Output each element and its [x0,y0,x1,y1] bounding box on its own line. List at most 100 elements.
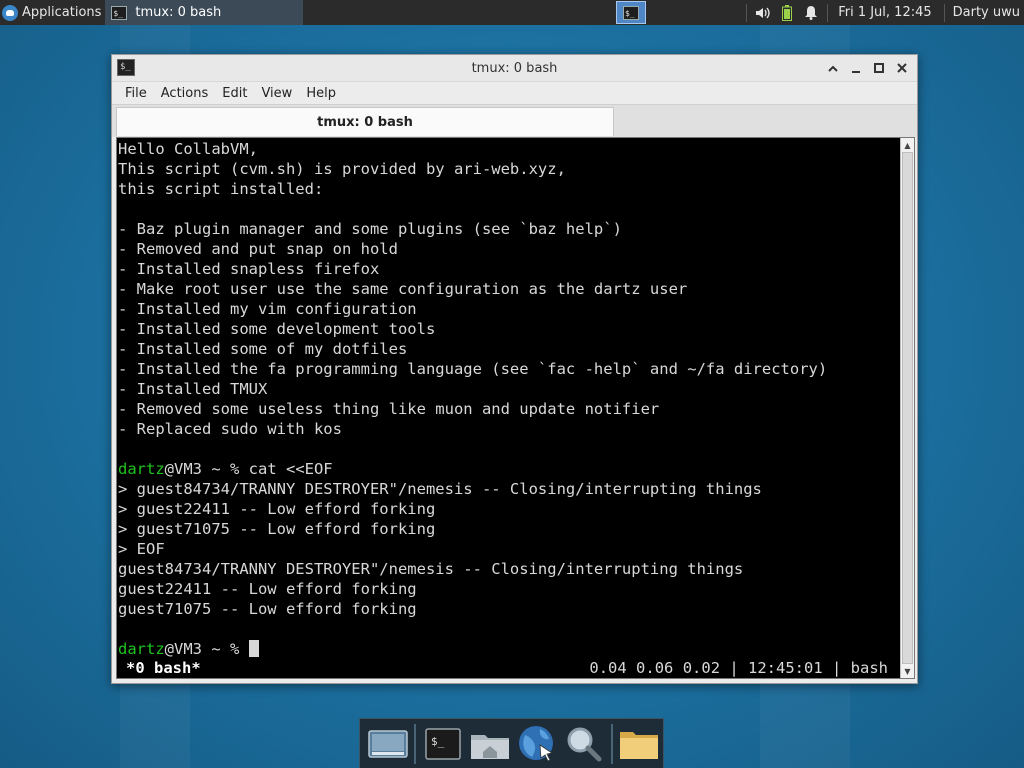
applications-menu-button[interactable]: Applications [0,0,105,25]
terminal-line: - Removed some useless thing like muon a… [118,399,900,419]
window-titlebar[interactable]: $_ tmux: 0 bash [112,55,917,82]
terminal-line-text: - Removed some useless thing like muon a… [118,400,660,418]
menu-view[interactable]: View [254,86,299,101]
clock[interactable]: Fri 1 Jul, 12:45 [832,5,939,20]
maximize-icon[interactable] [867,58,890,78]
taskbar-button-tmux[interactable]: $_ tmux: 0 bash [105,0,304,25]
terminal-launcher[interactable]: $_ [419,721,466,767]
terminal-icon: $_ [424,727,461,760]
user-menu[interactable]: Darty uwu [949,5,1024,20]
terminal-line-text: > EOF [118,540,165,558]
volume-icon[interactable] [751,0,775,25]
terminal-line-text: > guest84734/TRANNY DESTROYER"/nemesis -… [118,480,762,498]
tray-separator [746,3,748,22]
terminal-line: This script (cvm.sh) is provided by ari-… [118,159,900,179]
terminal-line-text: > guest71075 -- Low efford forking [118,520,436,538]
terminal-line: guest84734/TRANNY DESTROYER"/nemesis -- … [118,559,900,579]
terminal-icon: $_ [111,5,128,20]
taskbar-button-label: tmux: 0 bash [135,5,222,20]
terminal-line: > EOF [118,539,900,559]
folder-icon [620,731,659,759]
tab-bar: tmux: 0 bash [112,104,917,137]
tmux-status-right: 0.04 0.06 0.02 | 12:45:01 | bash [589,659,888,677]
terminal-line-text: guest84734/TRANNY DESTROYER"/nemesis -- … [118,560,744,578]
terminal-text: Hello CollabVM, This script (cvm.sh) is p… [118,139,900,659]
terminal-line: - Make root user use the same configurat… [118,279,900,299]
workspace-switcher[interactable]: $_ [616,1,646,24]
terminal-line-text: @VM3 ~ % [164,640,249,658]
tab-tmux-bash[interactable]: tmux: 0 bash [116,107,614,136]
terminal-line-text: - Installed TMUX [118,380,268,398]
battery-icon[interactable] [775,0,799,25]
window-controls [821,58,913,78]
menu-help[interactable]: Help [299,86,343,101]
search-launcher[interactable] [561,721,608,767]
terminal-line-text: - Installed some development tools [118,320,436,338]
terminal-line: - Removed and put snap on hold [118,239,900,259]
web-browser-icon [519,725,554,762]
terminal-line: - Baz plugin manager and some plugins (s… [118,219,900,239]
tmux-window-list: *0 bash* [126,659,201,677]
top-panel: Applications $_ tmux: 0 bash $_ Fri 1 Ju… [0,0,1024,25]
show-desktop-button[interactable] [364,721,411,767]
terminal-cursor [248,640,259,657]
terminal-line: - Installed snapless firefox [118,259,900,279]
terminal-scrollbar[interactable]: ▲ ▼ [900,138,914,678]
home-folder-launcher[interactable] [466,721,513,767]
system-tray: Fri 1 Jul, 12:45 Darty uwu [742,0,1024,25]
svg-text:$_: $_ [431,735,445,748]
terminal-line: > guest84734/TRANNY DESTROYER"/nemesis -… [118,479,900,499]
terminal-line: dartz@VM3 ~ % [118,639,900,659]
terminal-line: > guest22411 -- Low efford forking [118,499,900,519]
terminal-line-text: - Make root user use the same configurat… [118,280,688,298]
prompt-username: dartz [118,460,165,478]
applications-label: Applications [22,5,102,20]
scroll-down-arrow-icon[interactable]: ▼ [902,665,913,677]
terminal-output[interactable]: Hello CollabVM, This script (cvm.sh) is p… [116,137,915,679]
notification-bell-icon[interactable] [799,0,823,25]
web-browser-launcher[interactable] [513,721,560,767]
terminal-line-text: - Baz plugin manager and some plugins (s… [118,220,622,238]
tmux-status-bar: *0 bash* 0.04 0.06 0.02 | 12:45:01 | bas… [118,658,900,678]
menu-actions[interactable]: Actions [154,86,216,101]
tray-separator [943,3,945,22]
bottom-dock: $_ [359,718,664,768]
terminal-line-text: guest71075 -- Low efford forking [118,600,417,618]
terminal-line: this script installed: [118,179,900,199]
scroll-up-arrow-icon[interactable]: ▲ [902,139,913,151]
terminal-line: guest71075 -- Low efford forking [118,599,900,619]
terminal-window: $_ tmux: 0 bash File Actions Edit View H… [111,54,918,684]
home-folder-icon [470,734,509,759]
xfce-logo-icon [2,4,18,21]
window-title: tmux: 0 bash [471,60,558,76]
terminal-line-text: this script installed: [118,180,324,198]
minimize-icon[interactable] [844,58,867,78]
terminal-line-text: - Installed the fa programming language … [118,360,828,378]
tray-separator [827,3,829,22]
search-icon [567,727,602,761]
terminal-line: - Installed TMUX [118,379,900,399]
terminal-line: Hello CollabVM, [118,139,900,159]
terminal-line: - Installed some development tools [118,319,900,339]
terminal-line-text: - Removed and put snap on hold [118,240,398,258]
terminal-line-text: - Replaced sudo with kos [118,420,342,438]
terminal-line: - Replaced sudo with kos [118,419,900,439]
menu-edit[interactable]: Edit [215,86,254,101]
menu-file[interactable]: File [118,86,154,101]
terminal-line: - Installed the fa programming language … [118,359,900,379]
terminal-line-text: This script (cvm.sh) is provided by ari-… [118,160,566,178]
close-icon[interactable] [890,58,913,78]
chevron-up-icon[interactable] [821,58,844,78]
folder-launcher[interactable] [616,721,663,767]
terminal-window-icon[interactable]: $_ [117,59,135,76]
menu-bar: File Actions Edit View Help [112,82,917,104]
terminal-line-text: @VM3 ~ % cat <<EOF [164,460,333,478]
terminal-line-text: Hello CollabVM, [118,140,258,158]
terminal-line-text: - Installed some of my dotfiles [118,340,408,358]
prompt-username: dartz [118,640,165,658]
scrollbar-thumb[interactable] [902,152,913,664]
terminal-line-text: - Installed my vim configuration [118,300,417,318]
